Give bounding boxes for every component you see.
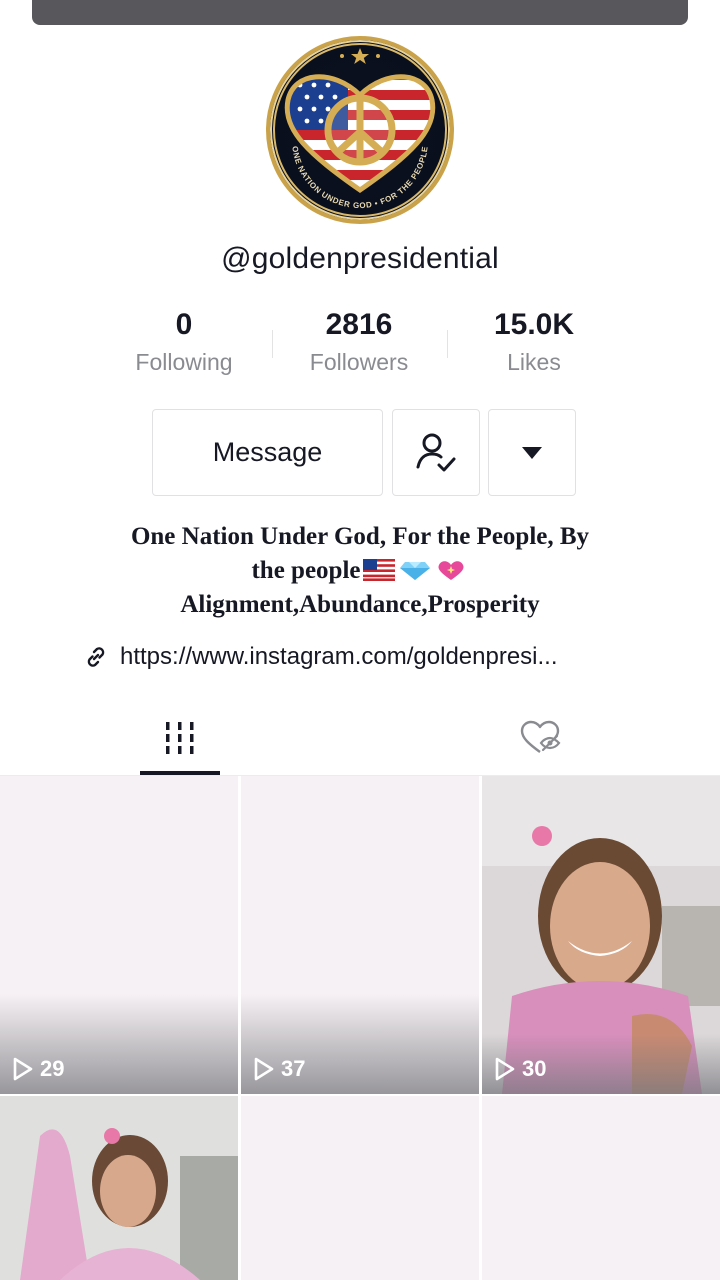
avatar[interactable]: ONE NATION UNDER GOD • FOR THE PEOPLE <box>266 36 454 224</box>
followers-label: Followers <box>309 349 409 375</box>
play-icon <box>495 1057 515 1081</box>
gem-icon <box>399 562 430 580</box>
play-icon <box>13 1057 33 1081</box>
view-count: 37 <box>253 1056 305 1082</box>
view-count-value: 29 <box>40 1056 65 1081</box>
following-label: Following <box>135 349 233 375</box>
message-button-label: Message <box>212 437 323 467</box>
view-count: 30 <box>494 1056 546 1082</box>
bio-line-2: the people <box>60 554 660 588</box>
bio-line-2-text: the people <box>251 557 361 584</box>
caret-down-icon <box>522 446 542 459</box>
status-bar <box>32 0 688 25</box>
video-grid: 29 37 30 <box>0 776 720 1280</box>
username: @goldenpresidential <box>221 242 499 275</box>
stat-followers[interactable]: 2816 Followers <box>279 306 439 376</box>
bio-line-1: One Nation Under God, For the People, By <box>130 523 590 550</box>
video-tile[interactable]: 29 <box>0 776 238 1094</box>
video-tile[interactable] <box>0 1096 238 1280</box>
video-thumbnail <box>0 1096 238 1280</box>
heart-flag-peace-icon: ONE NATION UNDER GOD • FOR THE PEOPLE <box>273 43 447 217</box>
bio-line-3: Alignment,Abundance,Prosperity <box>180 591 540 618</box>
message-button[interactable]: Message <box>152 409 383 496</box>
video-tile[interactable] <box>241 1096 479 1280</box>
sparkling-heart-icon <box>438 561 464 580</box>
video-tile[interactable] <box>482 1096 720 1280</box>
us-flag-icon <box>362 559 395 581</box>
view-count-value: 37 <box>281 1056 306 1081</box>
stat-following[interactable]: 0 Following <box>104 306 264 376</box>
person-check-icon <box>416 433 456 471</box>
video-tile[interactable]: 37 <box>241 776 479 1094</box>
view-count: 29 <box>12 1056 64 1082</box>
view-count-value: 30 <box>522 1056 547 1081</box>
profile-link[interactable]: https://www.instagram.com/goldenpresi... <box>82 640 662 674</box>
likes-count: 15.0K <box>493 308 575 341</box>
stat-divider <box>447 330 448 358</box>
bio: One Nation Under God, For the People, By… <box>60 520 660 622</box>
following-count: 0 <box>175 308 193 341</box>
heart-hidden-icon <box>520 720 561 753</box>
profile-link-text: https://www.instagram.com/goldenpresi... <box>120 643 558 670</box>
followers-count: 2816 <box>325 308 393 341</box>
following-button[interactable] <box>392 409 480 496</box>
video-tile[interactable]: 30 <box>482 776 720 1094</box>
tab-videos[interactable] <box>140 700 220 776</box>
likes-label: Likes <box>507 349 561 375</box>
stat-likes[interactable]: 15.0K Likes <box>454 306 614 376</box>
tab-liked[interactable] <box>500 700 580 776</box>
play-icon <box>254 1057 274 1081</box>
more-options-button[interactable] <box>488 409 576 496</box>
link-icon <box>87 647 105 667</box>
stat-divider <box>272 330 273 358</box>
grid-icon <box>166 722 194 754</box>
